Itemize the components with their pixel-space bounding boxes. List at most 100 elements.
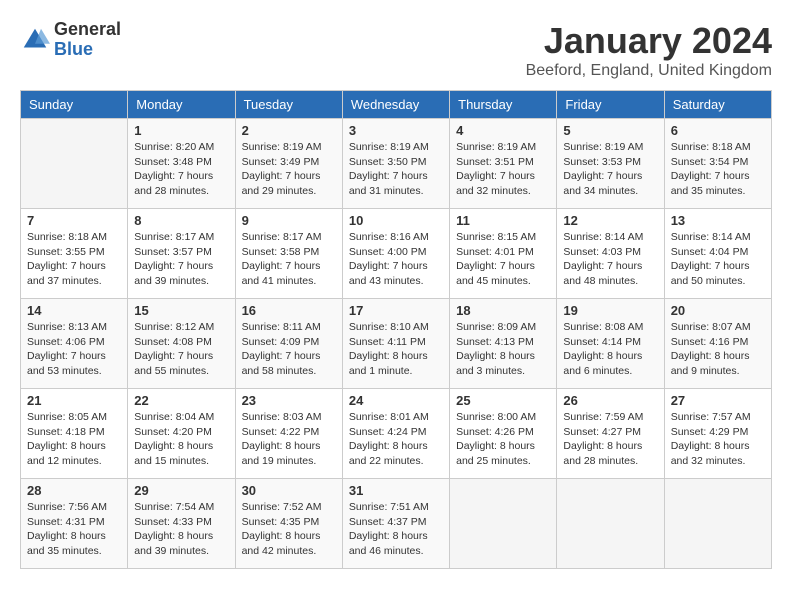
calendar-cell: 13 Sunrise: 8:14 AMSunset: 4:04 PMDayligh… (664, 209, 771, 299)
calendar-cell: 7 Sunrise: 8:18 AMSunset: 3:55 PMDaylight… (21, 209, 128, 299)
day-number: 29 (134, 483, 228, 498)
day-number: 28 (27, 483, 121, 498)
day-info: Sunrise: 8:01 AMSunset: 4:24 PMDaylight:… (349, 410, 443, 469)
day-info: Sunrise: 8:00 AMSunset: 4:26 PMDaylight:… (456, 410, 550, 469)
col-header-wednesday: Wednesday (342, 91, 449, 119)
calendar-cell: 4 Sunrise: 8:19 AMSunset: 3:51 PMDaylight… (450, 119, 557, 209)
day-info: Sunrise: 8:14 AMSunset: 4:03 PMDaylight:… (563, 230, 657, 289)
calendar-cell: 29 Sunrise: 7:54 AMSunset: 4:33 PMDayligh… (128, 479, 235, 569)
day-number: 19 (563, 303, 657, 318)
calendar-table: SundayMondayTuesdayWednesdayThursdayFrid… (20, 90, 772, 569)
logo-general-text: General (54, 20, 121, 40)
calendar-cell (557, 479, 664, 569)
week-row-4: 21 Sunrise: 8:05 AMSunset: 4:18 PMDayligh… (21, 389, 772, 479)
day-info: Sunrise: 8:10 AMSunset: 4:11 PMDaylight:… (349, 320, 443, 379)
day-info: Sunrise: 8:19 AMSunset: 3:53 PMDaylight:… (563, 140, 657, 199)
week-row-2: 7 Sunrise: 8:18 AMSunset: 3:55 PMDaylight… (21, 209, 772, 299)
col-header-friday: Friday (557, 91, 664, 119)
day-info: Sunrise: 8:19 AMSunset: 3:49 PMDaylight:… (242, 140, 336, 199)
calendar-cell: 26Sunrise: 7:59 AMSunset: 4:27 PMDayligh… (557, 389, 664, 479)
calendar-header-row: SundayMondayTuesdayWednesdayThursdayFrid… (21, 91, 772, 119)
day-info: Sunrise: 8:18 AMSunset: 3:54 PMDaylight:… (671, 140, 765, 199)
col-header-saturday: Saturday (664, 91, 771, 119)
logo-icon (20, 25, 50, 55)
day-number: 25 (456, 393, 550, 408)
calendar-cell: 30Sunrise: 7:52 AMSunset: 4:35 PMDayligh… (235, 479, 342, 569)
day-number: 12 (563, 213, 657, 228)
col-header-monday: Monday (128, 91, 235, 119)
calendar-cell: 22Sunrise: 8:04 AMSunset: 4:20 PMDayligh… (128, 389, 235, 479)
day-number: 21 (27, 393, 121, 408)
day-number: 13 (671, 213, 765, 228)
calendar-cell: 8 Sunrise: 8:17 AMSunset: 3:57 PMDaylight… (128, 209, 235, 299)
day-number: 10 (349, 213, 443, 228)
calendar-cell: 18 Sunrise: 8:09 AMSunset: 4:13 PMDayligh… (450, 299, 557, 389)
day-info: Sunrise: 8:09 AMSunset: 4:13 PMDaylight:… (456, 320, 550, 379)
calendar-cell: 31 Sunrise: 7:51 AMSunset: 4:37 PMDayligh… (342, 479, 449, 569)
day-info: Sunrise: 7:59 AMSunset: 4:27 PMDaylight:… (563, 410, 657, 469)
day-info: Sunrise: 8:15 AMSunset: 4:01 PMDaylight:… (456, 230, 550, 289)
location-subtitle: Beeford, England, United Kingdom (526, 62, 772, 80)
week-row-5: 28 Sunrise: 7:56 AMSunset: 4:31 PMDayligh… (21, 479, 772, 569)
day-info: Sunrise: 8:17 AMSunset: 3:57 PMDaylight:… (134, 230, 228, 289)
day-number: 16 (242, 303, 336, 318)
day-info: Sunrise: 8:18 AMSunset: 3:55 PMDaylight:… (27, 230, 121, 289)
day-number: 22 (134, 393, 228, 408)
day-number: 30 (242, 483, 336, 498)
day-number: 14 (27, 303, 121, 318)
day-info: Sunrise: 7:56 AMSunset: 4:31 PMDaylight:… (27, 500, 121, 559)
calendar-cell: 3 Sunrise: 8:19 AMSunset: 3:50 PMDaylight… (342, 119, 449, 209)
day-info: Sunrise: 7:51 AMSunset: 4:37 PMDaylight:… (349, 500, 443, 559)
day-info: Sunrise: 8:19 AMSunset: 3:51 PMDaylight:… (456, 140, 550, 199)
day-info: Sunrise: 7:54 AMSunset: 4:33 PMDaylight:… (134, 500, 228, 559)
logo-blue-text: Blue (54, 40, 121, 60)
day-number: 31 (349, 483, 443, 498)
day-number: 20 (671, 303, 765, 318)
calendar-cell (664, 479, 771, 569)
day-number: 4 (456, 123, 550, 138)
day-number: 27 (671, 393, 765, 408)
calendar-cell: 16Sunrise: 8:11 AMSunset: 4:09 PMDayligh… (235, 299, 342, 389)
day-info: Sunrise: 8:16 AMSunset: 4:00 PMDaylight:… (349, 230, 443, 289)
day-info: Sunrise: 8:12 AMSunset: 4:08 PMDaylight:… (134, 320, 228, 379)
day-number: 9 (242, 213, 336, 228)
day-info: Sunrise: 8:07 AMSunset: 4:16 PMDaylight:… (671, 320, 765, 379)
day-number: 7 (27, 213, 121, 228)
day-info: Sunrise: 8:05 AMSunset: 4:18 PMDaylight:… (27, 410, 121, 469)
day-number: 8 (134, 213, 228, 228)
month-title: January 2024 (526, 20, 772, 62)
day-info: Sunrise: 8:14 AMSunset: 4:04 PMDaylight:… (671, 230, 765, 289)
calendar-cell: 12 Sunrise: 8:14 AMSunset: 4:03 PMDayligh… (557, 209, 664, 299)
calendar-cell: 28 Sunrise: 7:56 AMSunset: 4:31 PMDayligh… (21, 479, 128, 569)
day-number: 3 (349, 123, 443, 138)
day-info: Sunrise: 8:13 AMSunset: 4:06 PMDaylight:… (27, 320, 121, 379)
day-number: 17 (349, 303, 443, 318)
col-header-tuesday: Tuesday (235, 91, 342, 119)
calendar-cell: 15Sunrise: 8:12 AMSunset: 4:08 PMDayligh… (128, 299, 235, 389)
day-info: Sunrise: 8:03 AMSunset: 4:22 PMDaylight:… (242, 410, 336, 469)
title-area: January 2024 Beeford, England, United Ki… (526, 20, 772, 80)
day-info: Sunrise: 8:19 AMSunset: 3:50 PMDaylight:… (349, 140, 443, 199)
page-header: General Blue January 2024 Beeford, Engla… (20, 20, 772, 80)
calendar-cell: 27 Sunrise: 7:57 AMSunset: 4:29 PMDayligh… (664, 389, 771, 479)
calendar-cell: 9 Sunrise: 8:17 AMSunset: 3:58 PMDaylight… (235, 209, 342, 299)
calendar-cell: 1Sunrise: 8:20 AMSunset: 3:48 PMDaylight… (128, 119, 235, 209)
calendar-cell: 21 Sunrise: 8:05 AMSunset: 4:18 PMDayligh… (21, 389, 128, 479)
calendar-cell: 24Sunrise: 8:01 AMSunset: 4:24 PMDayligh… (342, 389, 449, 479)
calendar-cell: 11 Sunrise: 8:15 AMSunset: 4:01 PMDayligh… (450, 209, 557, 299)
week-row-3: 14 Sunrise: 8:13 AMSunset: 4:06 PMDayligh… (21, 299, 772, 389)
day-number: 11 (456, 213, 550, 228)
calendar-cell: 23 Sunrise: 8:03 AMSunset: 4:22 PMDayligh… (235, 389, 342, 479)
day-info: Sunrise: 8:20 AMSunset: 3:48 PMDaylight:… (134, 140, 228, 199)
calendar-cell: 5 Sunrise: 8:19 AMSunset: 3:53 PMDaylight… (557, 119, 664, 209)
day-info: Sunrise: 8:08 AMSunset: 4:14 PMDaylight:… (563, 320, 657, 379)
day-number: 5 (563, 123, 657, 138)
day-info: Sunrise: 8:17 AMSunset: 3:58 PMDaylight:… (242, 230, 336, 289)
calendar-cell: 14 Sunrise: 8:13 AMSunset: 4:06 PMDayligh… (21, 299, 128, 389)
day-info: Sunrise: 7:57 AMSunset: 4:29 PMDaylight:… (671, 410, 765, 469)
day-number: 23 (242, 393, 336, 408)
col-header-thursday: Thursday (450, 91, 557, 119)
day-number: 6 (671, 123, 765, 138)
calendar-cell (450, 479, 557, 569)
day-number: 18 (456, 303, 550, 318)
